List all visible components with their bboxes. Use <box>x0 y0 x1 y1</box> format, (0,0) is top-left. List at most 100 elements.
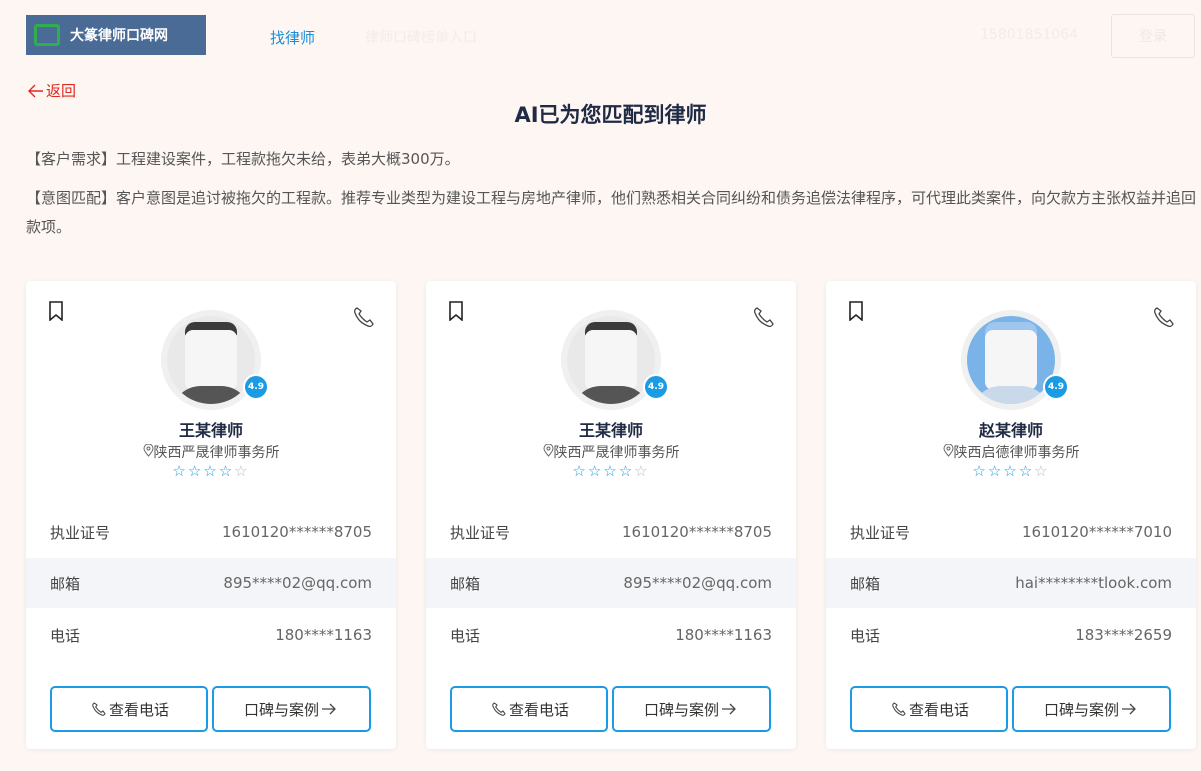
email-value: 895****02@qq.com <box>223 574 372 592</box>
logo-text: 大篆律师口碑网 <box>70 28 168 44</box>
avatar-photo <box>567 316 655 404</box>
reputation-label: 口碑与案例 <box>1043 700 1119 719</box>
email-row: 邮箱 hai********tlook.com <box>826 558 1196 608</box>
phone-row: 电话 180****1163 <box>26 610 396 660</box>
lawyer-firm: 陕西启德律师事务所 <box>826 442 1196 462</box>
avatar-photo <box>167 316 255 404</box>
nav-find-lawyer[interactable]: 找律师 <box>270 27 315 48</box>
bookmark-icon[interactable] <box>48 301 64 321</box>
rating-badge: 4.9 <box>243 374 269 400</box>
bookmark-icon[interactable] <box>848 301 864 321</box>
phone-icon <box>492 702 506 716</box>
phone-row: 电话 180****1163 <box>426 610 796 660</box>
back-link[interactable]: 返回 <box>28 80 76 101</box>
nav-phone-number: 15801851064 <box>980 27 1078 43</box>
lawyer-card: 4.9 王某律师 陕西严晟律师事务所 ☆☆☆☆☆ 执业证号 1610120****… <box>426 281 796 749</box>
arrow-right-icon <box>722 703 736 715</box>
lawyer-card: 4.9 赵某律师 陕西启德律师事务所 ☆☆☆☆☆ 执业证号 1610120****… <box>826 281 1196 749</box>
location-pin-icon <box>142 443 154 457</box>
lawyer-firm-label: 陕西严晟律师事务所 <box>553 445 680 461</box>
lawyer-firm-label: 陕西严晟律师事务所 <box>153 445 280 461</box>
license-value: 1610120******8705 <box>222 523 372 541</box>
phone-icon[interactable] <box>352 305 376 329</box>
view-phone-button[interactable]: 查看电话 <box>850 686 1008 732</box>
view-phone-button[interactable]: 查看电话 <box>50 686 208 732</box>
login-button[interactable]: 登录 <box>1111 14 1195 58</box>
star-rating: ☆☆☆☆☆ <box>826 462 1196 480</box>
view-phone-label: 查看电话 <box>908 700 969 719</box>
avatar-suit <box>971 386 1051 404</box>
login-button-label: 登录 <box>1139 29 1167 45</box>
license-label: 执业证号 <box>450 523 511 542</box>
reputation-cases-button[interactable]: 口碑与案例 <box>212 686 371 732</box>
arrow-right-icon <box>322 703 336 715</box>
lawyer-name: 赵某律师 <box>978 421 1043 440</box>
location-pin-icon <box>942 443 954 457</box>
avatar-face <box>585 330 637 390</box>
phone-value: 180****1163 <box>275 626 372 644</box>
lawyer-name: 王某律师 <box>178 421 243 440</box>
star-empty: ☆ <box>634 462 650 480</box>
license-row: 执业证号 1610120******7010 <box>826 507 1196 557</box>
reputation-label: 口碑与案例 <box>643 700 719 719</box>
intent-match-text: 【意图匹配】客户意图是追讨被拖欠的工程款。推荐专业类型为建设工程与房地产律师，他… <box>26 189 1197 236</box>
phone-icon <box>92 702 106 716</box>
phone-label: 电话 <box>50 626 81 645</box>
lawyer-firm-label: 陕西启德律师事务所 <box>953 445 1080 461</box>
top-nav-bar: 大篆律师口碑网 找律师 律师口碑榜单入口 15801851064 登录 <box>0 0 1201 72</box>
star-filled: ☆☆☆☆ <box>172 462 235 480</box>
lawyer-card: 4.9 王某律师 陕西严晟律师事务所 ☆☆☆☆☆ 执业证号 1610120****… <box>26 281 396 749</box>
view-phone-button[interactable]: 查看电话 <box>450 686 608 732</box>
avatar-photo <box>967 316 1055 404</box>
back-label: 返回 <box>46 82 77 100</box>
license-value: 1610120******8705 <box>622 523 772 541</box>
license-label: 执业证号 <box>50 523 111 542</box>
email-label: 邮箱 <box>450 574 481 593</box>
star-empty: ☆ <box>234 462 250 480</box>
star-rating: ☆☆☆☆☆ <box>426 462 796 480</box>
phone-value: 183****2659 <box>1075 626 1172 644</box>
phone-icon[interactable] <box>1152 305 1176 329</box>
phone-icon <box>892 702 906 716</box>
rating-badge: 4.9 <box>1043 374 1069 400</box>
license-value: 1610120******7010 <box>1022 523 1172 541</box>
arrow-left-icon <box>28 84 43 97</box>
lawyer-name: 王某律师 <box>578 421 643 440</box>
star-filled: ☆☆☆☆ <box>972 462 1035 480</box>
email-value: hai********tlook.com <box>1015 574 1172 592</box>
phone-label: 电话 <box>450 626 481 645</box>
email-row: 邮箱 895****02@qq.com <box>426 558 796 608</box>
reputation-label: 口碑与案例 <box>243 700 319 719</box>
phone-label: 电话 <box>850 626 881 645</box>
reputation-cases-button[interactable]: 口碑与案例 <box>612 686 771 732</box>
phone-row: 电话 183****2659 <box>826 610 1196 660</box>
avatar-suit <box>571 386 651 404</box>
location-pin-icon <box>542 443 554 457</box>
site-logo[interactable]: 大篆律师口碑网 <box>26 15 206 55</box>
rating-badge: 4.9 <box>643 374 669 400</box>
star-filled: ☆☆☆☆ <box>572 462 635 480</box>
star-empty: ☆ <box>1034 462 1050 480</box>
avatar-face <box>985 330 1037 390</box>
email-label: 邮箱 <box>50 574 81 593</box>
logo-mark-icon <box>34 24 60 46</box>
arrow-right-icon <box>1122 703 1136 715</box>
license-row: 执业证号 1610120******8705 <box>26 507 396 557</box>
page-title: AI已为您匹配到律师 <box>514 103 707 127</box>
license-row: 执业证号 1610120******8705 <box>426 507 796 557</box>
customer-need-text: 【客户需求】工程建设案件，工程款拖欠未给，表弟大概300万。 <box>26 150 460 168</box>
star-rating: ☆☆☆☆☆ <box>26 462 396 480</box>
bookmark-icon[interactable] <box>448 301 464 321</box>
reputation-cases-button[interactable]: 口碑与案例 <box>1012 686 1171 732</box>
email-row: 邮箱 895****02@qq.com <box>26 558 396 608</box>
nav-link-faded[interactable]: 律师口碑榜单入口 <box>365 27 477 47</box>
phone-value: 180****1163 <box>675 626 772 644</box>
avatar-face <box>185 330 237 390</box>
lawyer-firm: 陕西严晟律师事务所 <box>426 442 796 462</box>
avatar-suit <box>171 386 251 404</box>
view-phone-label: 查看电话 <box>508 700 569 719</box>
view-phone-label: 查看电话 <box>108 700 169 719</box>
phone-icon[interactable] <box>752 305 776 329</box>
license-label: 执业证号 <box>850 523 911 542</box>
email-value: 895****02@qq.com <box>623 574 772 592</box>
